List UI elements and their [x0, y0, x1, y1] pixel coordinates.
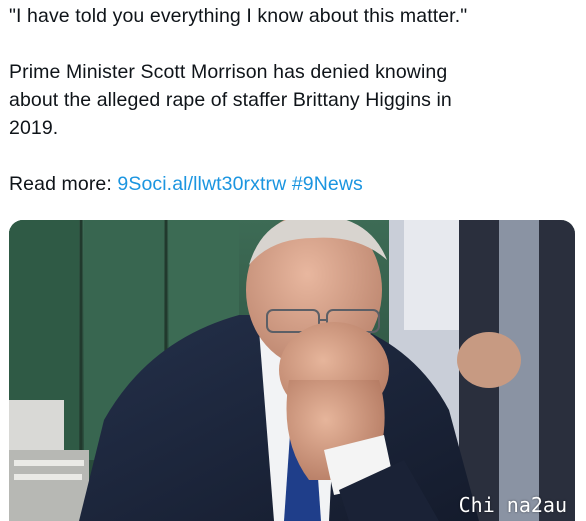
tweet-body-line-3: 2019. — [9, 117, 59, 139]
tweet-body-line-1: Prime Minister Scott Morrison has denied… — [9, 61, 448, 83]
read-more-line: Read more: 9Soci.al/llwt30rxtrw #9News — [9, 170, 579, 198]
article-link[interactable]: 9Soci.al/llwt30rxtrw — [117, 173, 286, 195]
photo-illustration — [9, 220, 575, 521]
tweet-text: "I have told you everything I know about… — [9, 2, 579, 198]
tweet-quote: "I have told you everything I know about… — [9, 5, 468, 27]
tweet-photo[interactable]: Chi na2au — [9, 220, 575, 521]
tweet-body-line-2: about the alleged rape of staffer Britta… — [9, 89, 452, 111]
read-more-label: Read more: — [9, 173, 118, 195]
hashtag-link[interactable]: #9News — [292, 173, 363, 195]
